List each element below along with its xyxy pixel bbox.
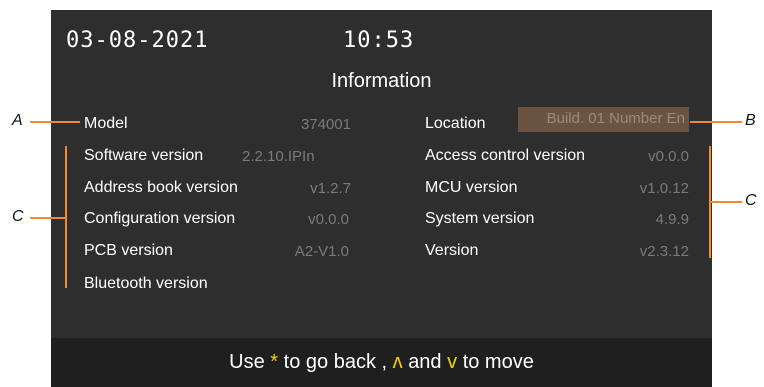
software-version-value: 2.2.10.IPIn <box>242 148 315 165</box>
date-display: 03-08-2021 <box>66 28 209 53</box>
system-version-value: 4.9.9 <box>655 211 689 228</box>
pcb-version-value: A2-V1.0 <box>294 243 349 260</box>
callout-b-line <box>690 121 742 123</box>
hint-and: and <box>408 351 442 373</box>
address-book-version-label: Address book version <box>84 179 238 196</box>
version-label: Version <box>425 242 479 259</box>
version-value: v2.3.12 <box>639 243 689 260</box>
access-control-version-value: v0.0.0 <box>648 148 689 165</box>
configuration-version-label: Configuration version <box>84 210 236 227</box>
callout-c-left-line <box>30 217 66 219</box>
hint-move: to move <box>462 351 534 373</box>
configuration-version-value: v0.0.0 <box>308 211 349 228</box>
software-version-label: Software version <box>84 147 204 164</box>
location-value: Build. 01 Number En <box>546 110 685 127</box>
page-title: Information <box>331 70 432 92</box>
mcu-version-label: MCU version <box>425 179 518 196</box>
system-version-label: System version <box>425 210 535 227</box>
access-control-version-label: Access control version <box>425 147 586 164</box>
time-display: 10:53 <box>343 28 415 53</box>
star-key-icon: * <box>270 351 279 373</box>
callout-c-right: C <box>745 192 757 209</box>
status-bar: 03-08-2021 10:53 <box>51 10 712 64</box>
down-arrow-icon: v <box>447 351 458 373</box>
address-book-version-value: v1.2.7 <box>310 180 351 197</box>
callout-a: A <box>12 112 23 129</box>
model-value: 374001 <box>300 116 351 133</box>
callout-c-right-bracket <box>709 146 711 258</box>
callout-c-right-line <box>710 201 742 203</box>
hint-use: Use <box>229 351 265 373</box>
callout-a-line <box>30 121 80 123</box>
callout-c-left-bracket <box>65 146 67 288</box>
location-field[interactable]: Build. 01 Number En <box>518 107 689 132</box>
device-screen: 03-08-2021 10:53 Information Model 37400… <box>51 10 712 387</box>
navigation-hint: Use * to go back , ʌ and v to move <box>51 351 712 374</box>
callout-c-left: C <box>12 208 24 225</box>
callout-b: B <box>745 112 756 129</box>
mcu-version-value: v1.0.12 <box>639 180 689 197</box>
hint-back: to go back , <box>283 351 388 373</box>
up-arrow-icon: ʌ <box>392 351 403 373</box>
location-label: Location <box>425 115 486 132</box>
model-label: Model <box>84 115 128 132</box>
bluetooth-version-label: Bluetooth version <box>84 275 208 292</box>
pcb-version-label: PCB version <box>84 242 173 259</box>
